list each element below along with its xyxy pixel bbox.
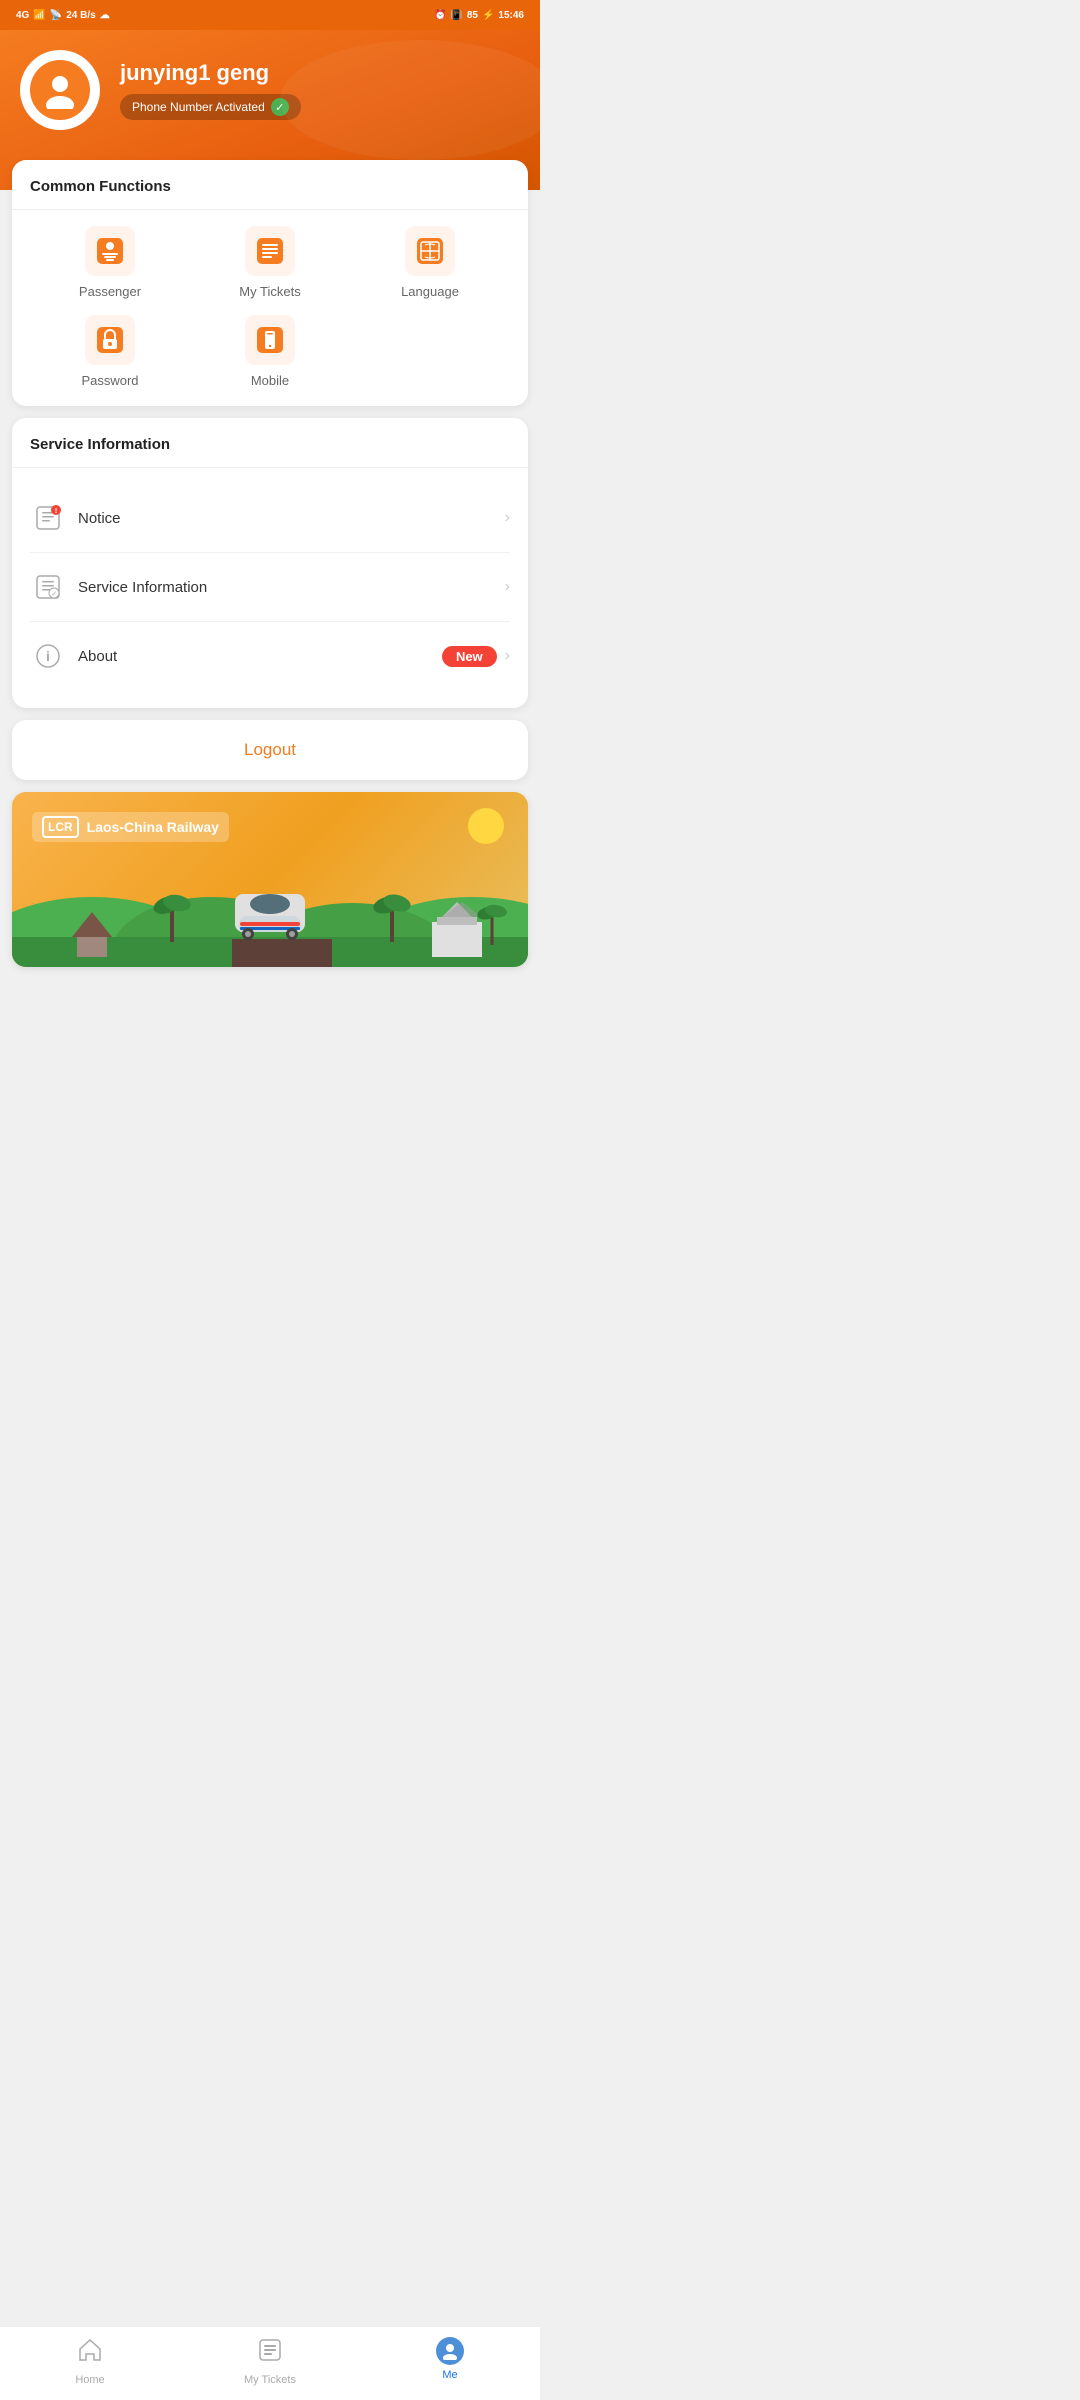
phone-status-text: Phone Number Activated [132, 100, 265, 114]
common-functions-title: Common Functions [30, 178, 510, 195]
alarm-icon: ⏰ [434, 10, 446, 21]
password-icon [85, 315, 135, 365]
divider-2 [12, 467, 528, 468]
about-right: New › [442, 646, 510, 667]
notice-icon: ! [30, 500, 66, 536]
about-chevron: › [505, 647, 510, 665]
service-info-chevron: › [505, 578, 510, 596]
status-bar: 4G 📶 📡 24 B/s ☁ ⏰ 📳 85 ⚡ 15:46 [0, 0, 540, 30]
banner-logo: LCR Laos-China Railway [32, 812, 229, 842]
wifi-icon: 📡 [50, 10, 62, 21]
svg-text:i: i [46, 648, 50, 664]
home-label: Home [75, 2374, 104, 2386]
verified-icon: ✓ [271, 98, 289, 116]
logo-box: LCR [42, 816, 79, 838]
logout-button[interactable]: Logout [244, 740, 296, 759]
common-functions-card: Common Functions Passenger [12, 160, 528, 406]
notice-right: › [505, 509, 510, 527]
service-info-icon: ✓ [30, 569, 66, 605]
profile-info: junying1 geng Phone Number Activated ✓ [120, 60, 301, 120]
avatar-icon [30, 60, 90, 120]
logout-card[interactable]: Logout [12, 720, 528, 780]
my-tickets-icon [245, 226, 295, 276]
password-function[interactable]: Password [30, 315, 190, 388]
banner-content: LCR Laos-China Railway [12, 792, 528, 866]
about-label: About [78, 648, 442, 665]
service-information-row[interactable]: ✓ Service Information › [30, 553, 510, 622]
svg-text:!: ! [55, 508, 57, 515]
language-icon [405, 226, 455, 276]
about-row[interactable]: i About New › [30, 622, 510, 690]
tickets-nav-icon [257, 2337, 283, 2370]
nav-my-tickets[interactable]: My Tickets [180, 2327, 360, 2400]
avatar [20, 50, 100, 130]
functions-grid: Passenger My Tickets [30, 226, 510, 388]
data-speed: 24 B/s [66, 10, 95, 21]
status-left: 4G 📶 📡 24 B/s ☁ [16, 10, 110, 21]
phone-status-badge: Phone Number Activated ✓ [120, 94, 301, 120]
passenger-function[interactable]: Passenger [30, 226, 190, 299]
clock: 15:46 [498, 10, 524, 21]
notice-chevron: › [505, 509, 510, 527]
new-badge: New [442, 646, 497, 667]
language-label: Language [401, 284, 459, 299]
passenger-label: Passenger [79, 284, 141, 299]
svg-text:✓: ✓ [51, 591, 57, 598]
service-info-title: Service Information [30, 436, 510, 453]
network-icon: 4G [16, 10, 29, 21]
my-tickets-label: My Tickets [239, 284, 300, 299]
divider-1 [12, 209, 528, 210]
nav-me[interactable]: Me [360, 2327, 540, 2400]
service-info-right: › [505, 578, 510, 596]
service-info-label: Service Information [78, 579, 505, 596]
me-icon [436, 2337, 464, 2365]
notice-row[interactable]: ! Notice › [30, 484, 510, 553]
signal-icon: 📶 [33, 10, 45, 21]
mobile-icon [245, 315, 295, 365]
lcr-banner: LCR Laos-China Railway [12, 792, 528, 967]
battery-level: 85 [467, 10, 478, 21]
bottom-nav: Home My Tickets Me [0, 2326, 540, 2400]
sun-icon [468, 808, 504, 844]
train-icon [230, 884, 310, 949]
notice-label: Notice [78, 510, 505, 527]
password-label: Password [81, 373, 138, 388]
banner-title: Laos-China Railway [87, 819, 219, 835]
about-icon: i [30, 638, 66, 674]
language-function[interactable]: Language [350, 226, 510, 299]
nav-home[interactable]: Home [0, 2327, 180, 2400]
status-right: ⏰ 📳 85 ⚡ 15:46 [434, 10, 524, 21]
charging-icon: ⚡ [482, 10, 494, 21]
me-label: Me [442, 2369, 457, 2381]
vibrate-icon: 📳 [450, 10, 462, 21]
cloud-icon: ☁ [100, 10, 110, 21]
service-info-card: Service Information ! Notice › [12, 418, 528, 708]
passenger-icon [85, 226, 135, 276]
home-icon [77, 2337, 103, 2370]
mobile-function[interactable]: Mobile [190, 315, 350, 388]
mobile-label: Mobile [251, 373, 289, 388]
my-tickets-function[interactable]: My Tickets [190, 226, 350, 299]
profile-name: junying1 geng [120, 60, 301, 86]
my-tickets-nav-label: My Tickets [244, 2374, 296, 2386]
